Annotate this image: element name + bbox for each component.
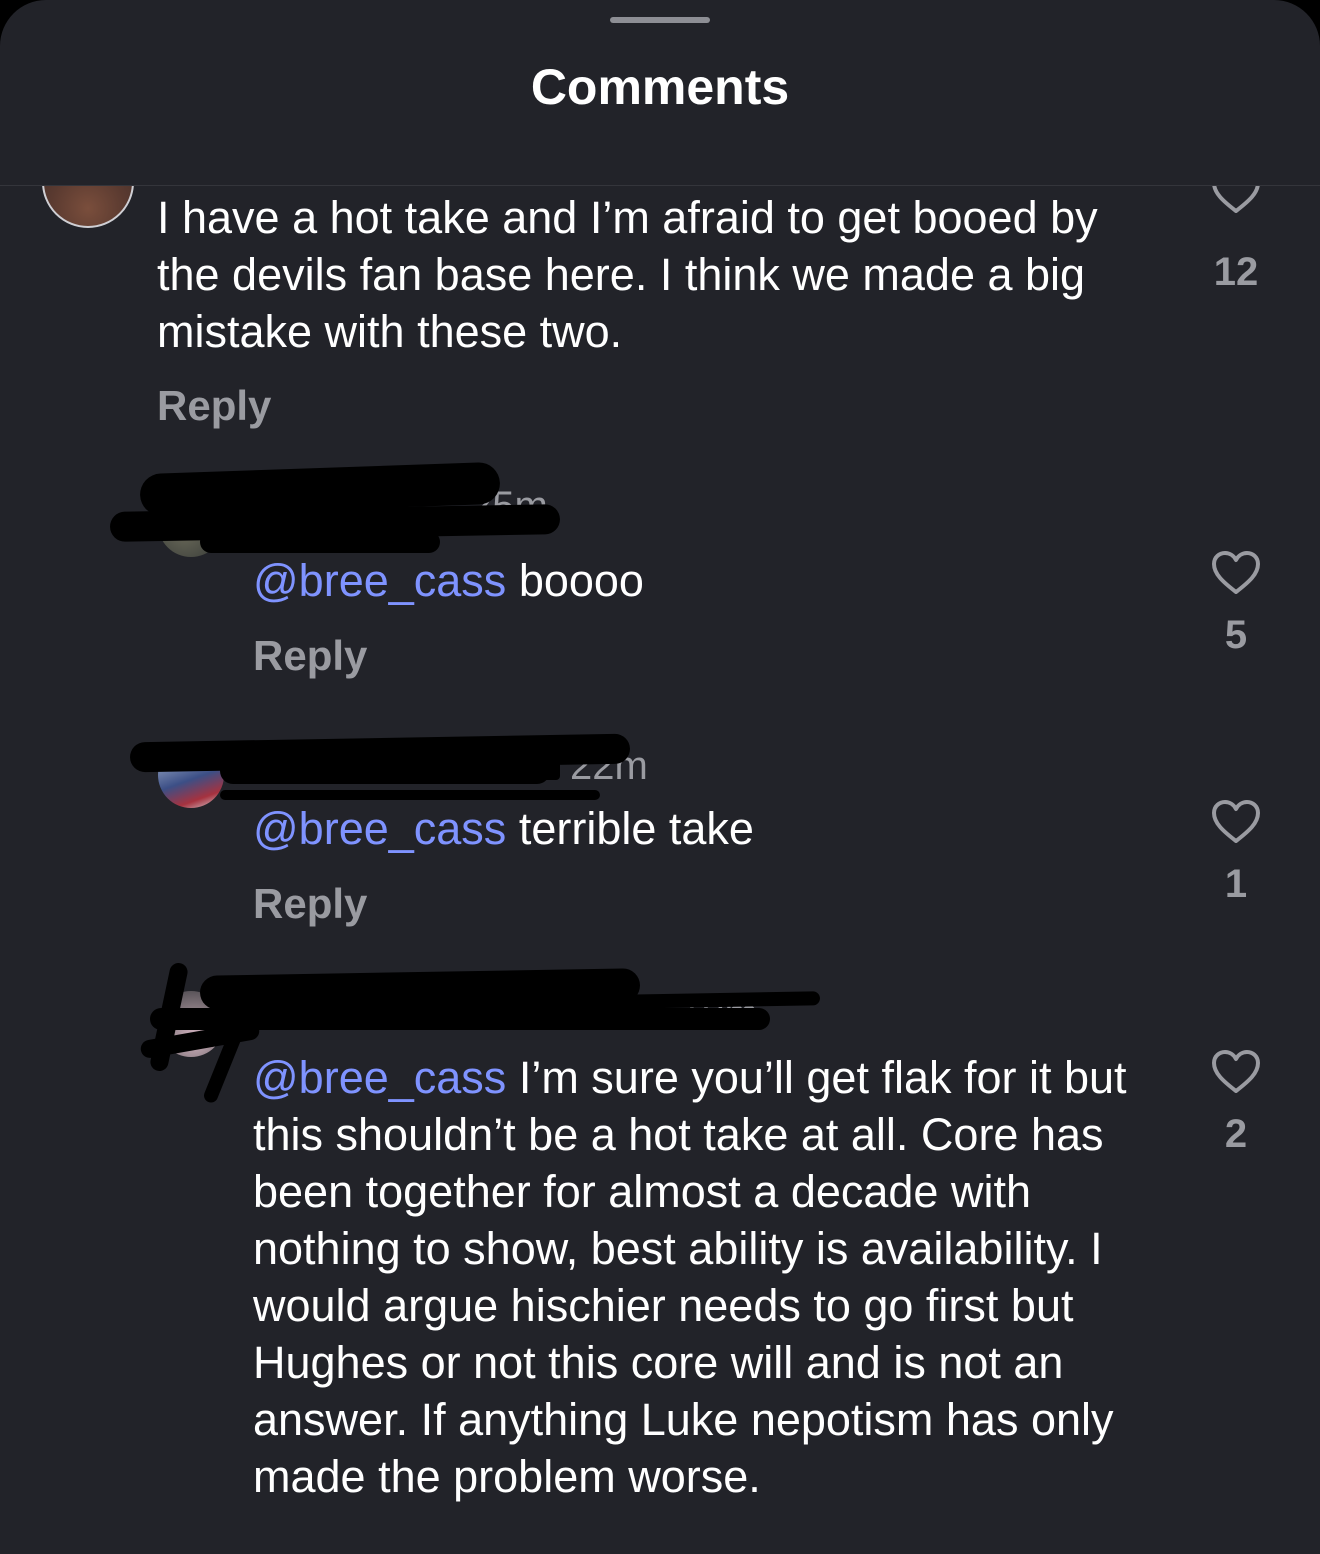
sheet-title: Comments: [530, 59, 790, 115]
comment-body: I’m sure you’ll get flak for it but this…: [253, 1052, 1127, 1502]
comment-text: I have a hot take and I’m afraid to get …: [157, 192, 1098, 357]
like-control[interactable]: 5: [1191, 551, 1281, 658]
user-mention[interactable]: @bree_cass: [253, 555, 506, 606]
like-count: 1: [1224, 862, 1248, 906]
comment-text: @bree_cass terrible take: [253, 800, 1153, 857]
comment-text: @bree_cass I’m sure you’ll get flak for …: [253, 1049, 1163, 1505]
like-control[interactable]: 12: [1191, 186, 1281, 295]
comments-list[interactable]: I have a hot take and I’m afraid to get …: [0, 186, 1320, 1554]
heart-outline-icon[interactable]: [1211, 800, 1261, 844]
like-count: 12: [1213, 250, 1259, 294]
heart-outline-icon[interactable]: [1211, 1050, 1261, 1094]
comment-text: @bree_cass boooo: [253, 552, 1153, 609]
user-mention[interactable]: @bree_cass: [253, 803, 506, 854]
comment-body: terrible take: [506, 803, 754, 854]
heart-outline-icon[interactable]: [1211, 551, 1261, 595]
heart-outline-icon[interactable]: [1211, 186, 1261, 214]
redaction-mark: [220, 758, 550, 784]
reply-button[interactable]: Reply: [157, 382, 271, 430]
like-control[interactable]: 2: [1191, 1050, 1281, 1157]
redaction-mark: [510, 756, 560, 780]
user-mention[interactable]: @bree_cass: [253, 1052, 506, 1103]
reply-button[interactable]: Reply: [253, 632, 367, 680]
drag-handle[interactable]: [610, 17, 710, 23]
avatar[interactable]: [42, 186, 134, 228]
comments-sheet: Comments I have a hot take and I’m afrai…: [0, 0, 1320, 1554]
like-count: 5: [1224, 613, 1248, 657]
redaction-mark: [200, 531, 440, 553]
like-control[interactable]: 1: [1191, 800, 1281, 907]
comment-body: boooo: [506, 555, 644, 606]
like-count: 2: [1224, 1112, 1248, 1156]
reply-button[interactable]: Reply: [253, 880, 367, 928]
redaction-mark: [220, 790, 600, 800]
